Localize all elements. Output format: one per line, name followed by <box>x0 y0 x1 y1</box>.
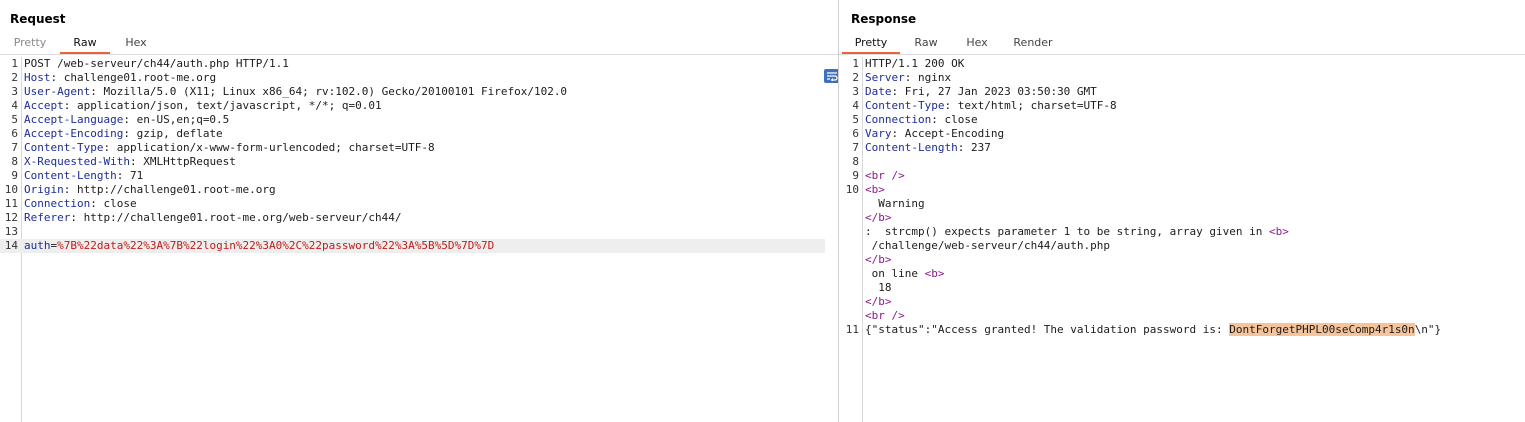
header-name: X-Requested-With <box>24 155 130 168</box>
header-value: : Mozilla/5.0 (X11; Linux x86_64; rv:102… <box>90 85 568 98</box>
header-value: : en-US,en;q=0.5 <box>123 113 230 126</box>
response-tab-render[interactable]: Render <box>1009 35 1057 52</box>
header-row: 7 Content-Type: application/x-www-form-ur… <box>11 141 435 154</box>
header-name: Connection <box>24 197 91 210</box>
header-name: Content-Length <box>865 141 958 154</box>
header-name: Date <box>865 85 892 98</box>
header-row: 9 Content-Length: 71 <box>11 169 144 182</box>
header-row: 3 Date: Fri, 27 Jan 2023 03:50:30 GMT <box>852 85 1097 98</box>
request-line: 1 POST /web-serveur/ch44/auth.php HTTP/1.… <box>11 57 289 70</box>
header-row: 5 Connection: close <box>852 113 978 126</box>
request-title: Request <box>10 12 66 26</box>
response-lines: 1 HTTP/1.1 200 OK 2 Server: nginx 3 Date: F… <box>839 57 1513 337</box>
header-value: : nginx <box>904 71 952 84</box>
response-tab-pretty[interactable]: Pretty <box>842 35 900 54</box>
request-body-line: 14 auth=%7B%22data%22%3A%7B%22login%22%3A… <box>0 239 825 253</box>
header-name: Host <box>24 71 51 84</box>
header-value: : XMLHttpRequest <box>129 155 236 168</box>
request-tab-pretty[interactable]: Pretty <box>8 35 52 52</box>
html-line: 9 <br /> <box>852 169 905 182</box>
request-tab-hex[interactable]: Hex <box>116 35 156 52</box>
header-row: 2 Server: nginx <box>852 71 952 84</box>
response-tab-hex[interactable]: Hex <box>957 35 997 52</box>
header-value: : application/json, text/javascript, */*… <box>63 99 382 112</box>
header-row: 2 Host: challenge01.root-me.org <box>11 71 217 84</box>
request-pane: Request Pretty Raw Hex \n 1POST /web-ser… <box>0 0 839 422</box>
error-line-number: 18 <box>878 281 892 294</box>
html-line: 18 <box>839 281 1513 295</box>
response-editor[interactable]: 1 HTTP/1.1 200 OK 2 Server: nginx 3 Date: F… <box>839 57 1525 422</box>
header-name: Accept-Language <box>24 113 124 126</box>
html-line: /challenge/web-serveur/ch44/auth.php <box>839 239 1513 253</box>
header-value: : close <box>90 197 137 210</box>
header-name: Content-Length <box>24 169 117 182</box>
header-name: Content-Type <box>24 141 104 154</box>
header-row: 4 Accept: application/json, text/javascri… <box>11 99 382 112</box>
header-name: Referer <box>24 211 71 224</box>
header-row: 5 Accept-Language: en-US,en;q=0.5 <box>11 113 230 126</box>
json-line: 11 {"status":"Access granted! The validat… <box>845 323 1442 336</box>
header-row: 11 Connection: close <box>4 197 137 210</box>
header-name: User-Agent <box>24 85 91 98</box>
header-value: : text/html; charset=UTF-8 <box>944 99 1117 112</box>
header-value: : http://challenge01.root-me.org <box>63 183 276 196</box>
warning-text: Warning <box>878 197 925 210</box>
header-name: Server <box>865 71 905 84</box>
response-tab-raw[interactable]: Raw <box>907 35 945 52</box>
header-row: 7 Content-Length: 237 <box>852 141 991 154</box>
validation-password[interactable]: DontForgetPHPL00seComp4r1s0n <box>1229 323 1415 336</box>
response-title: Response <box>851 12 917 26</box>
header-value: : Fri, 27 Jan 2023 03:50:30 GMT <box>891 85 1097 98</box>
header-row: 4 Content-Type: text/html; charset=UTF-8 <box>852 99 1117 112</box>
html-line: : strcmp() expects parameter 1 to be str… <box>865 225 1289 238</box>
blank-line: 8 <box>852 155 859 168</box>
request-tab-raw[interactable]: Raw <box>60 35 110 54</box>
html-line: </b> <box>865 211 892 224</box>
blank-line: 13 <box>4 225 18 238</box>
request-editor[interactable]: 1 POST /web-serveur/ch44/auth.php HTTP/1.… <box>0 57 838 422</box>
html-line: 10 <b> <box>845 183 885 196</box>
header-name: Accept-Encoding <box>24 127 124 140</box>
response-pane: Response Pretty Raw Hex Render 1 HTTP/1.1… <box>839 0 1525 422</box>
header-value: : gzip, deflate <box>123 127 223 140</box>
request-line-text: POST /web-serveur/ch44/auth.php HTTP/1.1 <box>24 57 289 70</box>
html-line: </b> <box>865 295 892 308</box>
header-name: Vary <box>865 127 892 140</box>
html-line: Warning <box>839 197 1513 211</box>
header-name: Content-Type <box>865 99 945 112</box>
header-row: 6 Accept-Encoding: gzip, deflate <box>11 127 223 140</box>
header-value: : 71 <box>116 169 144 182</box>
status-line: 1 HTTP/1.1 200 OK <box>852 57 965 70</box>
header-value: : application/x-www-form-urlencoded; cha… <box>103 141 435 154</box>
header-row: 8 X-Requested-With: XMLHttpRequest <box>11 155 236 168</box>
header-value: : Accept-Encoding <box>891 127 1005 140</box>
header-row: 12 Referer: http://challenge01.root-me.or… <box>4 211 402 224</box>
body-param-name: auth <box>24 239 51 252</box>
request-lines: 1 POST /web-serveur/ch44/auth.php HTTP/1.… <box>0 57 826 253</box>
header-row: 6 Vary: Accept-Encoding <box>852 127 1005 140</box>
header-value: : challenge01.root-me.org <box>50 71 217 84</box>
header-name: Accept <box>24 99 64 112</box>
header-value: : http://challenge01.root-me.org/web-ser… <box>70 211 402 224</box>
body-param-value: %7B%22data%22%3A%7B%22login%22%3A0%2C%22… <box>57 239 495 252</box>
header-value: : 237 <box>957 141 991 154</box>
html-line: <br /> <box>865 309 905 322</box>
header-row: 10 Origin: http://challenge01.root-me.org <box>4 183 276 196</box>
response-tab-bar: Pretty Raw Hex Render <box>839 35 1525 55</box>
header-row: 3 User-Agent: Mozilla/5.0 (X11; Linux x86… <box>11 85 568 98</box>
header-name: Connection <box>865 113 932 126</box>
request-tab-bar: Pretty Raw Hex \n <box>0 35 838 83</box>
html-line: </b> <box>865 253 892 266</box>
error-message: : strcmp() expects parameter 1 to be str… <box>865 225 1269 238</box>
header-value: : close <box>931 113 978 126</box>
file-path: /challenge/web-serveur/ch44/auth.php <box>871 239 1111 252</box>
header-name: Origin <box>24 183 64 196</box>
html-line: on line <b> <box>865 267 945 280</box>
